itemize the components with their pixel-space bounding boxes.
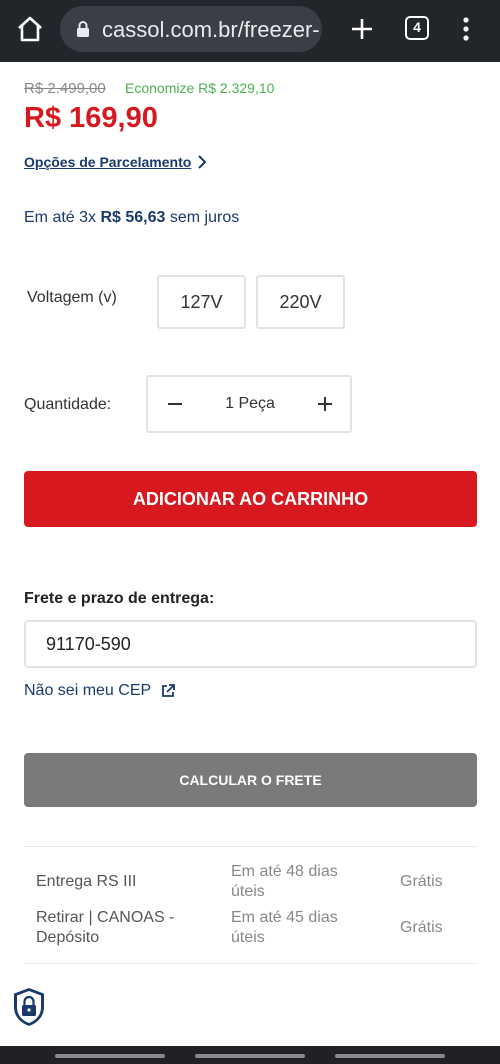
shipping-method-name: Retirar | CANOAS - Depósito — [36, 909, 175, 946]
shipping-time: Em até 45 dias úteis — [231, 909, 338, 946]
quantity-label: Quantidade: — [24, 396, 112, 413]
installment-prefix: Em até 3x — [24, 209, 97, 226]
shipping-price: Grátis — [400, 873, 443, 890]
calculate-shipping-button[interactable]: CALCULAR O FRETE — [24, 753, 477, 807]
increment-icon[interactable] — [312, 391, 338, 417]
shipping-price: Grátis — [400, 919, 443, 936]
installment-value: R$ 56,63 — [100, 209, 166, 226]
current-price: R$ 169,90 — [24, 102, 158, 134]
url-text: cassol.com.br/freezer- — [102, 17, 320, 42]
nav-home-handle[interactable] — [195, 1054, 305, 1058]
shipping-method-name: Entrega RS III — [36, 873, 137, 890]
voltage-label: Voltagem (v) — [27, 289, 117, 306]
voltage-option-127v[interactable]: 127V — [157, 275, 246, 329]
voltage-option-220v[interactable]: 220V — [256, 275, 345, 329]
tab-switcher-button[interactable]: 4 — [405, 16, 429, 40]
chevron-right-icon[interactable] — [196, 154, 208, 170]
shipping-time: Em até 48 dias úteis — [231, 863, 338, 900]
installment-info: Em até 3x R$ 56,63 sem juros — [24, 209, 239, 227]
external-link-icon[interactable] — [160, 683, 176, 699]
security-shield-icon[interactable] — [10, 985, 48, 1029]
system-navigation-bar — [0, 1046, 500, 1064]
savings-text: Economize R$ 2.329,10 — [125, 80, 275, 96]
home-icon[interactable] — [14, 13, 46, 45]
address-bar[interactable]: cassol.com.br/freezer- — [60, 6, 322, 52]
installment-options-link[interactable]: Opções de Parcelamento — [24, 154, 191, 170]
new-tab-icon[interactable] — [346, 13, 378, 45]
quantity-stepper: 1 Peça — [146, 375, 352, 433]
divider — [24, 846, 477, 847]
lock-icon — [77, 21, 89, 37]
decrement-icon[interactable] — [162, 391, 188, 417]
cep-input[interactable] — [24, 620, 477, 668]
nav-back-handle[interactable] — [335, 1054, 445, 1058]
old-price: R$ 2.499,00 — [24, 80, 106, 97]
nav-recents-handle[interactable] — [55, 1054, 165, 1058]
unknown-cep-link[interactable]: Não sei meu CEP — [24, 682, 151, 700]
browser-toolbar: cassol.com.br/freezer- 4 — [0, 0, 500, 62]
quantity-value: 1 Peça — [225, 395, 275, 412]
divider — [24, 963, 477, 964]
shipping-title: Frete e prazo de entrega: — [24, 590, 215, 607]
add-to-cart-button[interactable]: ADICIONAR AO CARRINHO — [24, 471, 477, 527]
more-menu-icon[interactable] — [456, 13, 476, 45]
installment-suffix: sem juros — [169, 209, 240, 226]
